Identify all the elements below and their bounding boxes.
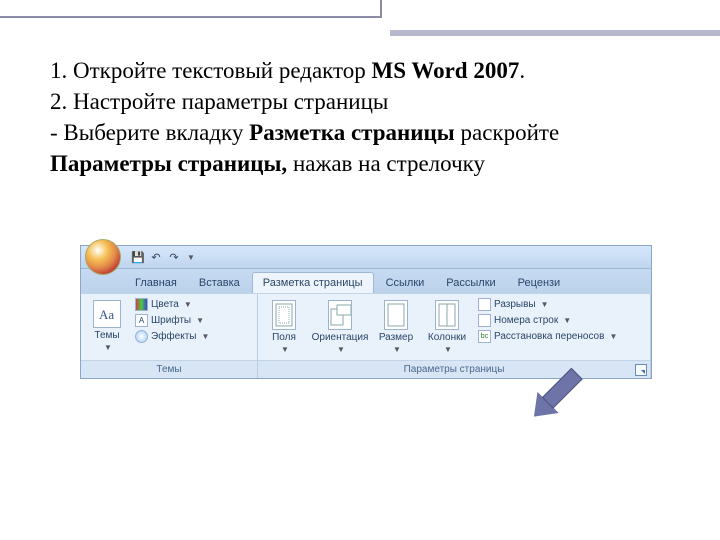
- themes-icon: Aa: [93, 300, 121, 328]
- decor-line-vertical: [380, 0, 382, 18]
- label: Колонки: [428, 332, 466, 343]
- undo-icon[interactable]: ↶: [149, 250, 163, 264]
- office-button[interactable]: [85, 239, 121, 275]
- label: Размер: [379, 332, 413, 343]
- label: Номера строк: [494, 315, 558, 326]
- chevron-down-icon: ▼: [196, 316, 204, 325]
- effects-icon: [135, 330, 148, 343]
- label: Поля: [272, 332, 296, 343]
- quick-access-toolbar: 💾 ↶ ↷ ▼: [131, 250, 195, 264]
- decor-line-top-right: [390, 30, 720, 36]
- line-numbers-icon: [478, 314, 491, 327]
- instruction-1: 1. Откройте текстовый редактор MS Word 2…: [50, 55, 670, 86]
- chevron-down-icon: ▼: [444, 345, 452, 354]
- label: Параметры страницы: [404, 364, 505, 375]
- instructions-block: 1. Откройте текстовый редактор MS Word 2…: [50, 55, 670, 179]
- chevron-down-icon: ▼: [393, 345, 401, 354]
- text-bold: MS Word 2007: [372, 58, 520, 83]
- instruction-2: 2. Настройте параметры страницы: [50, 86, 670, 117]
- label: Эффекты: [151, 331, 196, 342]
- chevron-down-icon: ▼: [184, 300, 192, 309]
- text: нажав на стрелочку: [287, 151, 485, 176]
- breaks-button[interactable]: Разрывы ▼: [478, 298, 617, 311]
- chevron-down-icon: ▼: [541, 300, 549, 309]
- fonts-button[interactable]: AШрифты ▼: [135, 314, 209, 327]
- chevron-down-icon: ▼: [201, 332, 209, 341]
- tab-mailings[interactable]: Рассылки: [436, 273, 505, 293]
- chevron-down-icon: ▼: [337, 345, 345, 354]
- columns-button[interactable]: Колонки ▼: [424, 298, 470, 356]
- margins-button[interactable]: Поля ▼: [264, 298, 304, 356]
- tab-review[interactable]: Рецензи: [508, 273, 571, 293]
- chevron-down-icon: ▼: [609, 332, 617, 341]
- group-title-page-setup: Параметры страницы: [258, 360, 650, 378]
- label: Ориентация: [312, 332, 369, 343]
- word-ribbon: 💾 ↶ ↷ ▼ Главная Вставка Разметка страниц…: [80, 245, 652, 379]
- chevron-down-icon: ▼: [563, 316, 571, 325]
- chevron-down-icon: ▼: [281, 345, 289, 354]
- dialog-launcher-icon[interactable]: [635, 364, 647, 376]
- save-icon[interactable]: 💾: [131, 250, 145, 264]
- text-bold: Параметры страницы,: [50, 151, 287, 176]
- chevron-down-icon: ▼: [104, 343, 112, 352]
- tab-home[interactable]: Главная: [125, 273, 187, 293]
- colors-icon: [135, 298, 148, 311]
- text: 1. Откройте текстовый редактор: [50, 58, 372, 83]
- text: .: [519, 58, 525, 83]
- tab-insert[interactable]: Вставка: [189, 273, 250, 293]
- orientation-button[interactable]: Ориентация ▼: [312, 298, 368, 356]
- tab-page-layout[interactable]: Разметка страницы: [252, 272, 374, 293]
- tab-references[interactable]: Ссылки: [376, 273, 435, 293]
- fonts-icon: A: [135, 314, 148, 327]
- page-setup-options: Разрывы▼ Номера строк▼ bcРасстановка пер…: [478, 298, 617, 356]
- redo-icon[interactable]: ↷: [167, 250, 181, 264]
- themes-button[interactable]: Aa Темы ▼: [87, 298, 127, 356]
- label: Шрифты: [151, 315, 191, 326]
- group-themes: Aa Темы ▼ Цвета▼ AШрифты▼ Эффекты▼ Темы: [81, 294, 258, 378]
- label: Разрывы: [494, 299, 536, 310]
- columns-icon: [435, 300, 459, 330]
- size-icon: [384, 300, 408, 330]
- ribbon-tabs: Главная Вставка Разметка страницы Ссылки…: [81, 269, 651, 293]
- effects-button[interactable]: Эффекты ▼: [135, 330, 209, 343]
- label: Цвета: [151, 299, 179, 310]
- themes-options: Цвета▼ AШрифты▼ Эффекты▼: [135, 298, 209, 356]
- svg-text:Aa: Aa: [99, 307, 114, 322]
- decor-line-top-left: [0, 16, 380, 18]
- text: - Выберите вкладку: [50, 120, 249, 145]
- hyphenation-button[interactable]: bcРасстановка переносов▼: [478, 330, 617, 343]
- margins-icon: [272, 300, 296, 330]
- label: Темы: [94, 330, 119, 341]
- colors-button[interactable]: Цвета ▼: [135, 298, 209, 311]
- text-bold: Разметка страницы: [249, 120, 455, 145]
- instruction-3: - Выберите вкладку Разметка страницы рас…: [50, 117, 670, 179]
- size-button[interactable]: Размер ▼: [376, 298, 416, 356]
- breaks-icon: [478, 298, 491, 311]
- title-bar: 💾 ↶ ↷ ▼: [81, 246, 651, 269]
- label: Расстановка переносов: [494, 331, 604, 342]
- qat-dropdown-icon[interactable]: ▼: [187, 253, 195, 262]
- orientation-icon: [328, 300, 352, 330]
- line-numbers-button[interactable]: Номера строк ▼: [478, 314, 617, 327]
- text: раскройте: [455, 120, 559, 145]
- group-title-themes: Темы: [81, 360, 257, 378]
- group-page-setup: Поля ▼ Ориентация ▼ Размер ▼ Колонки ▼ Разры…: [258, 294, 651, 378]
